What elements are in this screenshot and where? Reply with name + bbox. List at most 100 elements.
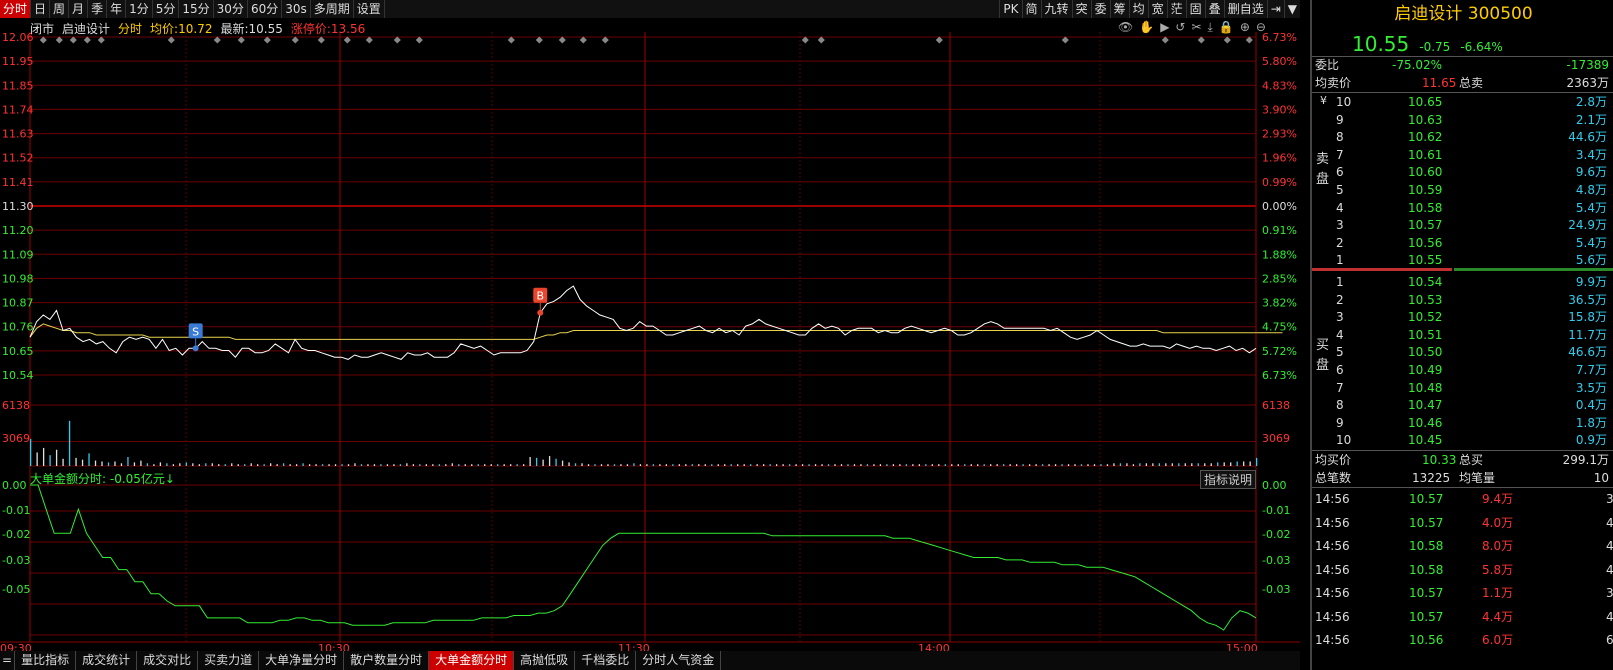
tick-volume: 6.0万 (1482, 633, 1514, 647)
zoom-in-icon[interactable]: ⊕ (1240, 20, 1250, 35)
period-tab[interactable]: 日 (31, 0, 51, 18)
tool-button[interactable]: ⇥ (1266, 0, 1284, 18)
avg-sell-row: 均卖价 11.65 总卖 2363万 (1312, 74, 1613, 92)
tool-button[interactable]: 宽 (1147, 0, 1167, 18)
volume-bar (990, 464, 992, 466)
volume-bar (244, 464, 246, 466)
buy-order-row: 5 10.50 46.6万 (1312, 343, 1613, 361)
tick-row: 14:56 10.57 4.0万 4 (1312, 512, 1613, 535)
volume-bar (574, 463, 577, 466)
trade-marker: S (188, 323, 203, 352)
indicator-tab[interactable]: 大单净量分时 (259, 651, 345, 670)
period-tab[interactable]: 多周期 (311, 0, 354, 18)
tool-button[interactable]: 删自选 (1223, 0, 1267, 18)
intraday-chart[interactable]: S B 12.06 11.95 11.85 11.74 11.63 11.52 11.41 11.… (0, 0, 1310, 670)
indicator-tab[interactable]: 成交统计 (76, 651, 138, 670)
tick-volume: 1.1万 (1482, 586, 1514, 600)
price-change: -0.75 (1419, 40, 1451, 54)
volume-bar (451, 463, 453, 466)
vol-axis-label: 6138 (2, 399, 30, 412)
order-level: 9 (1336, 112, 1344, 127)
order-price: 10.59 (1408, 183, 1443, 197)
period-tab[interactable]: 季 (88, 0, 108, 18)
price-change-pct: -6.64% (1460, 40, 1503, 54)
tool-button[interactable]: 茫 (1166, 0, 1186, 18)
buy-order-row: 7 10.48 3.5万 (1312, 379, 1613, 397)
tool-button[interactable]: 固 (1185, 0, 1205, 18)
period-tab[interactable]: 30s (282, 0, 311, 18)
period-tab[interactable]: 周 (50, 0, 70, 18)
tool-button[interactable]: PK (999, 0, 1021, 18)
order-price: 10.47 (1408, 398, 1443, 413)
buy-order-row: 6 10.49 7.7万 (1312, 361, 1613, 379)
scissors-icon[interactable]: ✂ (1191, 20, 1201, 35)
period-tab[interactable]: 分时 (0, 0, 32, 18)
period-tab[interactable]: 15分 (179, 0, 214, 18)
indicator-tab[interactable]: 量比指标 (15, 651, 77, 670)
order-level: 10 (1336, 95, 1352, 109)
hand-icon[interactable]: ✋ (1139, 20, 1154, 35)
indicator-tab[interactable]: 大单金额分时 (429, 651, 515, 670)
period-tab[interactable]: 1分 (126, 0, 153, 18)
indicator-tab[interactable]: 高抛低吸 (514, 651, 576, 670)
period-tab[interactable]: 5分 (153, 0, 180, 18)
pct-axis-label: 0.99% (1262, 176, 1297, 189)
volume-bar (224, 464, 226, 466)
volume-bar (860, 464, 862, 466)
trade-marker: B (533, 287, 548, 316)
volume-bar (1243, 461, 1245, 466)
tool-button[interactable]: ▼ (1283, 0, 1300, 18)
lock-icon[interactable]: 🔒 (1219, 20, 1234, 35)
tick-row: 14:56 10.58 8.0万 4 (1312, 535, 1613, 558)
volume-bar (808, 464, 810, 466)
order-level: 5 (1336, 345, 1344, 360)
volume-bar (94, 460, 97, 466)
tick-volume: 8.0万 (1482, 539, 1514, 553)
event-marker (1245, 36, 1253, 44)
indicator-tab[interactable]: 成交对比 (137, 651, 199, 670)
tool-button[interactable]: 九转 (1040, 0, 1072, 18)
order-volume: 3.5万 (1575, 380, 1607, 395)
tool-button[interactable]: 简 (1021, 0, 1041, 18)
volume-bar (1113, 463, 1115, 466)
indicator-tab[interactable]: 买卖力道 (198, 651, 260, 670)
volume-bar (1217, 462, 1219, 466)
event-marker (558, 36, 566, 44)
volume-bar (795, 464, 797, 466)
tabs-leading-mark[interactable]: = (0, 651, 16, 670)
volume-bar (146, 463, 149, 466)
period-tab[interactable]: 30分 (214, 0, 248, 18)
volume-bar (717, 464, 719, 466)
limit-up-label: 涨停价: (290, 22, 331, 36)
indicator-help-button[interactable]: 指标说明 (1200, 470, 1257, 489)
tool-button[interactable]: 委 (1090, 0, 1110, 18)
volume-bar (205, 463, 207, 466)
tool-button[interactable]: 均 (1128, 0, 1148, 18)
volume-bar (321, 464, 324, 466)
period-tab[interactable]: 设置 (354, 0, 385, 18)
period-tab[interactable]: 月 (69, 0, 89, 18)
replay-icon[interactable]: ↺ (1175, 20, 1185, 35)
indicator-tab[interactable]: 千档委比 (575, 651, 637, 670)
indicator-tab[interactable]: 散户数量分时 (344, 651, 430, 670)
vol-axis-label: 3069 (2, 432, 30, 445)
tool-button[interactable]: 筹 (1109, 0, 1129, 18)
trades-row: 总笔数 13225 均笔量 10 (1312, 469, 1613, 487)
tool-button[interactable]: 突 (1071, 0, 1091, 18)
indicator-tab[interactable]: 分时人气资金 (636, 651, 722, 670)
download-icon[interactable]: ⤓ (1208, 20, 1213, 35)
zoom-out-icon[interactable]: ⊖ (1256, 20, 1266, 35)
tool-button[interactable]: 叠 (1204, 0, 1224, 18)
volume-bar (484, 464, 486, 466)
play-icon[interactable]: ▶ (1160, 20, 1169, 35)
volume-bar (1054, 464, 1057, 466)
price-axis-label: 11.52 (2, 152, 34, 165)
volume-bar (568, 462, 570, 466)
period-tab[interactable]: 60分 (248, 0, 283, 18)
volume-bar (36, 452, 38, 466)
eye-icon[interactable]: 👁 (1118, 20, 1133, 35)
order-price: 10.56 (1408, 235, 1443, 250)
volume-bar (847, 464, 849, 466)
volume-bar (1126, 463, 1128, 466)
period-tab[interactable]: 年 (107, 0, 127, 18)
